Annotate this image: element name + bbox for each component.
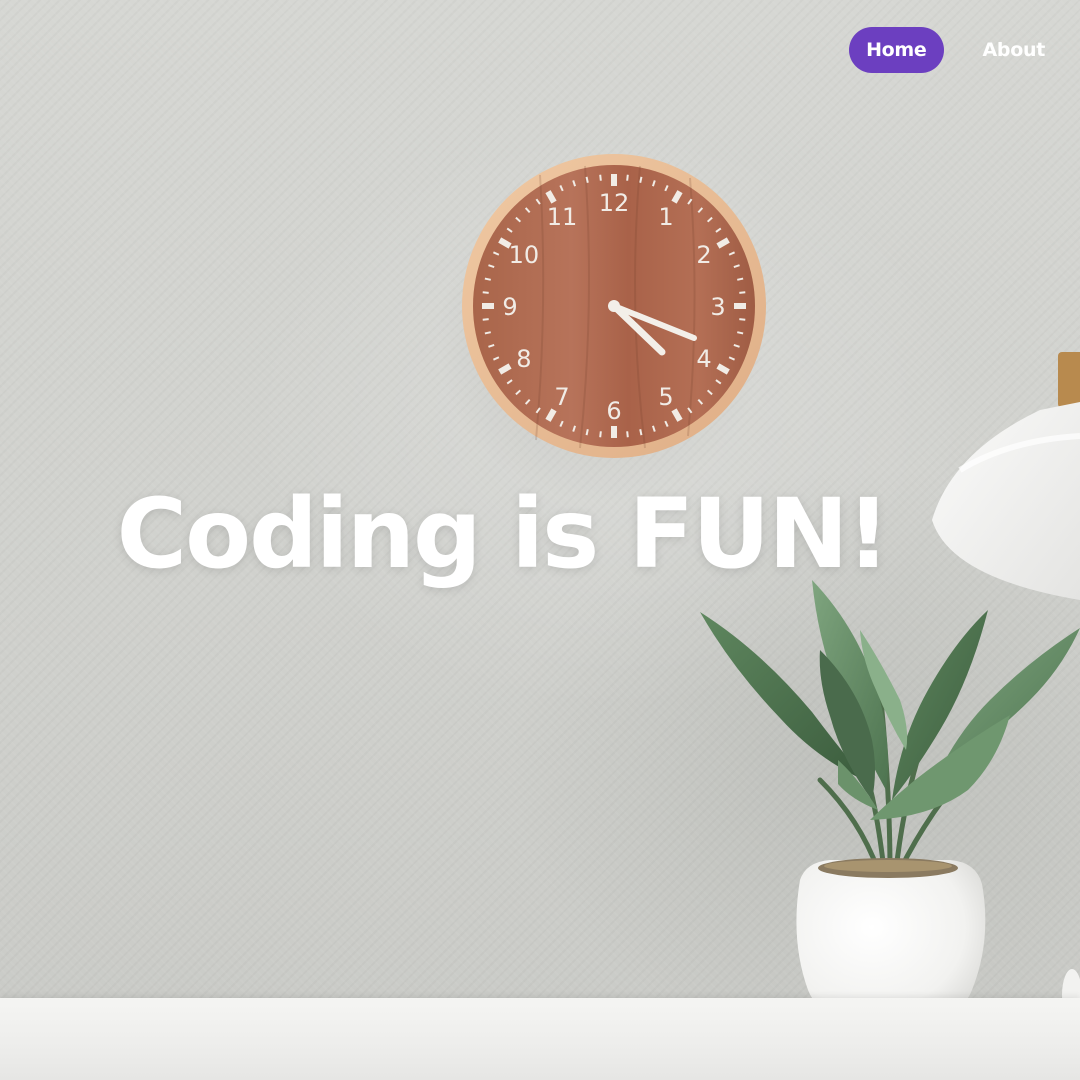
clock-minor-tick (482, 318, 489, 321)
clock-numeral: 5 (658, 383, 673, 411)
hero-section: 12 1 2 3 4 5 6 7 8 9 10 11 Coding is FUN… (0, 0, 1080, 1080)
clock-numeral: 3 (710, 293, 725, 321)
clock-minor-tick (484, 277, 491, 281)
clock-numeral: 8 (516, 345, 531, 373)
clock-numeral: 1 (658, 203, 673, 231)
nav-home-link[interactable]: Home (849, 27, 944, 73)
clock-numeral: 7 (554, 383, 569, 411)
nav-about-link[interactable]: About (966, 27, 1062, 73)
clock-numeral: 12 (599, 189, 630, 217)
clock-minor-tick (599, 431, 602, 438)
clock-numeral: 6 (606, 397, 621, 425)
clock-minor-tick (585, 176, 589, 183)
desk-surface (0, 998, 1080, 1080)
clock-minor-tick (585, 429, 589, 436)
clock-minor-tick (482, 291, 489, 294)
clock-minor-tick (626, 174, 629, 181)
wall-clock: 12 12 3 45 6 78 9 1011 (462, 154, 766, 458)
clock-numeral: 9 (502, 293, 517, 321)
clock-numeral: 2 (696, 241, 711, 269)
potted-plant (700, 580, 1080, 1028)
clock-minor-tick (599, 174, 602, 181)
clock-numeral: 4 (696, 345, 711, 373)
clock-numeral: 10 (509, 241, 540, 269)
clock-minor-tick (639, 429, 643, 436)
clock-numeral: 11 (547, 203, 578, 231)
top-navigation: Home About (849, 27, 1062, 73)
clock-minor-tick (739, 291, 746, 294)
clock-minor-tick (484, 331, 491, 335)
clock-minor-tick (737, 277, 744, 281)
clock-minor-tick (639, 176, 643, 183)
clock-minor-tick (737, 331, 744, 335)
clock-minor-tick (626, 431, 629, 438)
hero-headline: Coding is FUN! (116, 478, 891, 590)
clock-minor-tick (739, 318, 746, 321)
